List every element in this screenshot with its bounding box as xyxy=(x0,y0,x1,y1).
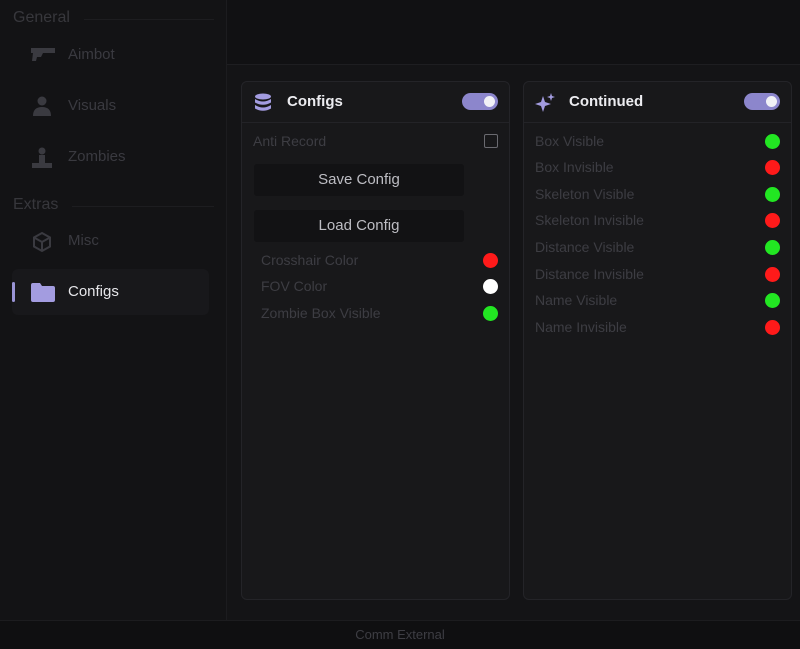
distance-visible-swatch[interactable] xyxy=(765,240,780,255)
sidebar-item-label: Visuals xyxy=(68,97,117,114)
toggle-knob xyxy=(766,96,777,107)
anti-record-checkbox[interactable] xyxy=(484,134,498,148)
skeleton-invisible-label: Skeleton Invisible xyxy=(535,212,644,228)
sidebar-item-visuals[interactable]: Visuals xyxy=(12,83,209,129)
sidebar-item-aimbot[interactable]: Aimbot xyxy=(12,32,209,78)
distance-visible-label: Distance Visible xyxy=(535,239,635,255)
fov-color-label: FOV Color xyxy=(261,278,328,294)
anti-record-label: Anti Record xyxy=(253,133,327,149)
box-invisible-swatch[interactable] xyxy=(765,160,780,175)
box-visible-label: Box Visible xyxy=(535,133,605,149)
name-invisible-swatch[interactable] xyxy=(765,320,780,335)
skeleton-visible-label: Skeleton Visible xyxy=(535,186,635,202)
save-config-button[interactable]: Save Config xyxy=(254,164,464,196)
panel-header: Configs xyxy=(242,82,509,123)
section-divider xyxy=(72,206,214,207)
continued-panel: Continued Box Visible Box Invisible Skel… xyxy=(523,81,792,600)
panel-enable-toggle[interactable] xyxy=(462,93,498,110)
load-config-button[interactable]: Load Config xyxy=(254,210,464,242)
panel-enable-toggle[interactable] xyxy=(744,93,780,110)
top-bar xyxy=(227,0,800,65)
crosshair-color-swatch[interactable] xyxy=(483,253,498,268)
sidebar-item-zombies[interactable]: Zombies xyxy=(12,134,209,180)
panel-header: Continued xyxy=(524,82,791,123)
section-divider xyxy=(84,19,214,20)
box-invisible-label: Box Invisible xyxy=(535,159,614,175)
folder-icon xyxy=(31,282,55,302)
name-visible-label: Name Visible xyxy=(535,292,618,308)
name-invisible-label: Name Invisible xyxy=(535,319,627,335)
zombie-icon xyxy=(31,147,53,168)
toggle-knob xyxy=(484,96,495,107)
name-visible-swatch[interactable] xyxy=(765,293,780,308)
sidebar-item-configs[interactable]: Configs xyxy=(12,269,209,315)
sidebar-item-label: Zombies xyxy=(68,148,126,165)
footer: Comm External xyxy=(0,620,800,649)
zombie-box-visible-swatch[interactable] xyxy=(483,306,498,321)
active-indicator xyxy=(12,282,15,302)
sparkle-icon xyxy=(534,92,556,114)
panel-title: Configs xyxy=(287,93,343,110)
crosshair-color-label: Crosshair Color xyxy=(261,252,359,268)
panel-title: Continued xyxy=(569,93,644,110)
sidebar-item-label: Aimbot xyxy=(68,46,115,63)
skeleton-invisible-swatch[interactable] xyxy=(765,213,780,228)
distance-invisible-swatch[interactable] xyxy=(765,267,780,282)
section-label-general: General xyxy=(13,9,70,26)
zombie-box-visible-label: Zombie Box Visible xyxy=(261,305,381,321)
distance-invisible-label: Distance Invisible xyxy=(535,266,644,282)
configs-panel: Configs Anti Record Save Config Load Con… xyxy=(241,81,510,600)
section-label-extras: Extras xyxy=(13,196,59,213)
gun-icon xyxy=(31,45,55,65)
skeleton-visible-swatch[interactable] xyxy=(765,187,780,202)
cube-icon xyxy=(31,231,53,253)
database-icon xyxy=(252,92,274,114)
fov-color-swatch[interactable] xyxy=(483,279,498,294)
sidebar-item-label: Misc xyxy=(68,232,99,249)
box-visible-swatch[interactable] xyxy=(765,134,780,149)
person-icon xyxy=(31,96,53,116)
sidebar: General Aimbot Visuals Zombies Extras Mi… xyxy=(0,0,227,620)
sidebar-item-misc[interactable]: Misc xyxy=(12,218,209,264)
sidebar-item-label: Configs xyxy=(68,283,119,300)
